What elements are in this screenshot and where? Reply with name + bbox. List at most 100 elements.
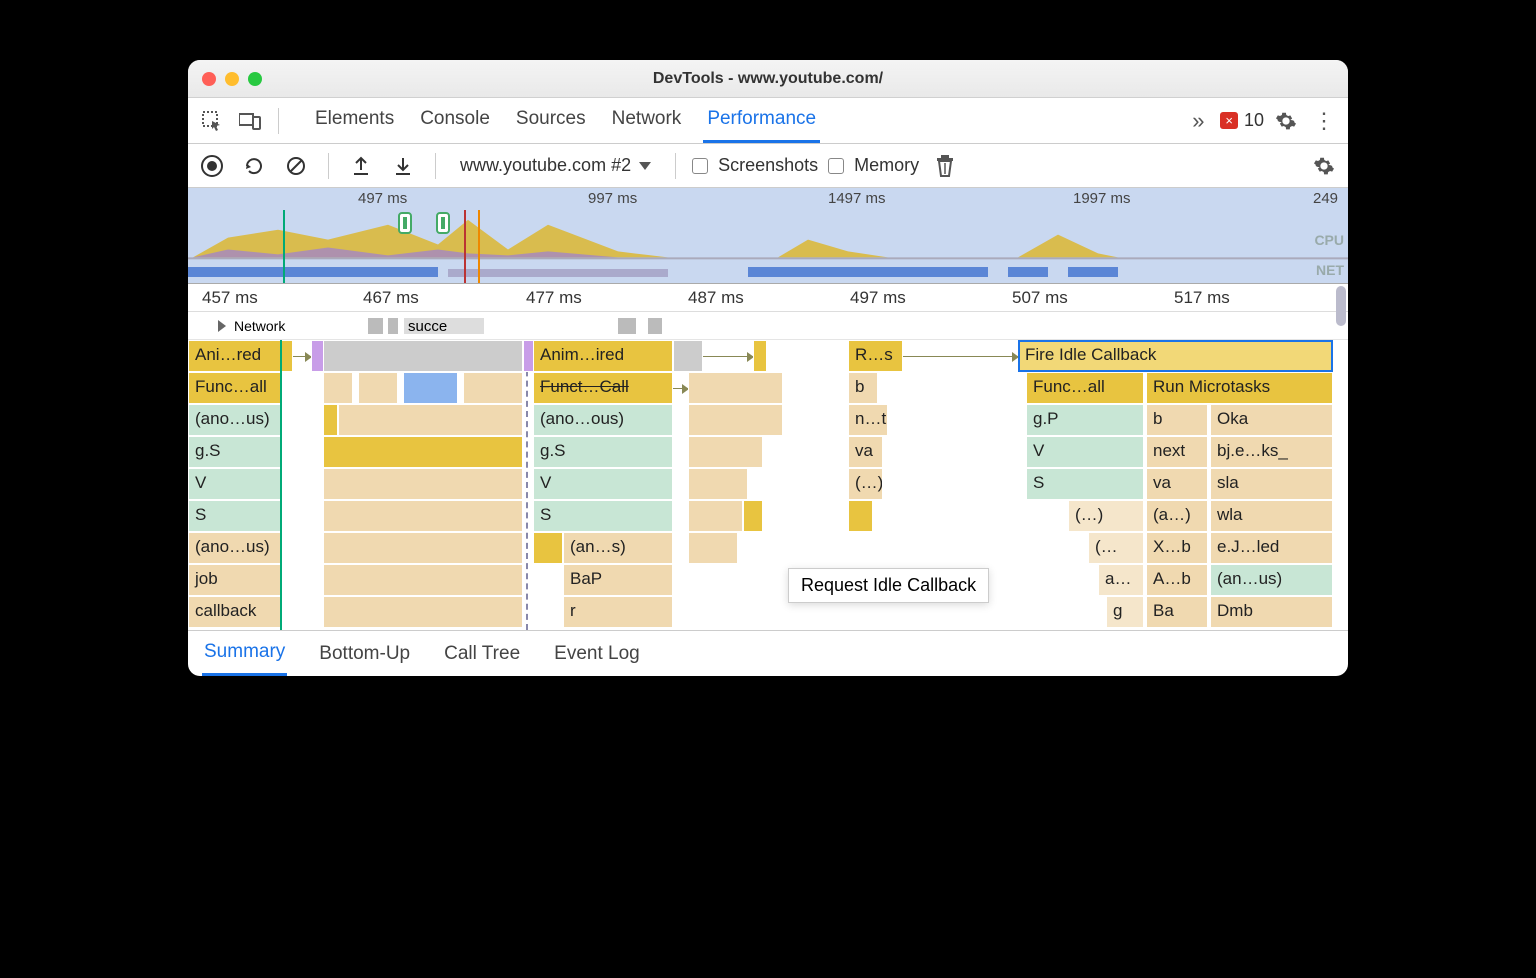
flame-cell[interactable]: Ani…red (188, 340, 293, 372)
flame-cell[interactable]: a… (1098, 564, 1144, 596)
flame-cell[interactable]: r (563, 596, 673, 628)
flame-cell[interactable] (403, 372, 458, 404)
flame-cell[interactable] (323, 468, 523, 500)
tab-sources[interactable]: Sources (512, 98, 590, 143)
net-item[interactable] (388, 318, 398, 334)
flame-cell[interactable]: Dmb (1210, 596, 1333, 628)
record-button[interactable] (196, 150, 228, 182)
clear-button[interactable] (280, 150, 312, 182)
tab-elements[interactable]: Elements (311, 98, 398, 143)
flame-cell[interactable]: bj.e…ks_ (1210, 436, 1333, 468)
flame-cell[interactable] (848, 500, 873, 532)
flame-cell[interactable]: (a…) (1146, 500, 1208, 532)
flame-cell[interactable]: callback (188, 596, 283, 628)
flame-cell[interactable]: b (848, 372, 878, 404)
flame-cell[interactable] (338, 404, 523, 436)
flame-cell[interactable]: (ano…ous) (533, 404, 673, 436)
flame-cell[interactable]: V (533, 468, 673, 500)
flame-cell[interactable] (688, 532, 738, 564)
tab-bottom-up[interactable]: Bottom-Up (317, 633, 412, 675)
settings-icon[interactable] (1270, 105, 1302, 137)
flame-cell[interactable]: V (188, 468, 283, 500)
flame-cell[interactable]: b (1146, 404, 1208, 436)
flame-cell[interactable]: g.P (1026, 404, 1144, 436)
capture-settings-icon[interactable] (1308, 150, 1340, 182)
flame-cell[interactable]: (…) (848, 468, 883, 500)
flame-cell[interactable]: Ba (1146, 596, 1208, 628)
download-profile-icon[interactable] (387, 150, 419, 182)
net-item[interactable] (618, 318, 636, 334)
disclosure-triangle-icon[interactable] (218, 320, 226, 332)
flame-cell[interactable] (323, 340, 523, 372)
memory-checkbox[interactable] (828, 158, 844, 174)
screenshots-checkbox[interactable] (692, 158, 708, 174)
flame-cell[interactable]: BaP (563, 564, 673, 596)
flame-cell[interactable]: (… (1088, 532, 1144, 564)
net-item[interactable] (648, 318, 662, 334)
flame-cell[interactable]: (ano…us) (188, 404, 283, 436)
recording-selector[interactable]: www.youtube.com #2 (452, 155, 659, 176)
tab-console[interactable]: Console (416, 98, 494, 143)
overview-handle-left[interactable] (398, 212, 412, 234)
inspect-element-icon[interactable] (196, 105, 228, 137)
tab-network[interactable]: Network (608, 98, 686, 143)
tab-call-tree[interactable]: Call Tree (442, 633, 522, 675)
flame-cell[interactable] (323, 436, 523, 468)
flame-cell[interactable]: sla (1210, 468, 1333, 500)
flame-cell[interactable]: g.S (533, 436, 673, 468)
flame-cell[interactable] (323, 564, 523, 596)
flame-cell[interactable] (323, 500, 523, 532)
flame-cell[interactable] (323, 404, 338, 436)
flame-cell[interactable]: Func…all (1026, 372, 1144, 404)
network-lane[interactable]: Network succe (188, 312, 1348, 340)
garbage-collect-icon[interactable] (929, 150, 961, 182)
flame-cell[interactable]: A…b (1146, 564, 1208, 596)
flame-cell[interactable]: e.J…led (1210, 532, 1333, 564)
kebab-menu-icon[interactable]: ⋮ (1308, 105, 1340, 137)
tab-event-log[interactable]: Event Log (552, 633, 642, 675)
flame-cell[interactable]: Funct…Call (533, 372, 673, 404)
reload-record-button[interactable] (238, 150, 270, 182)
flame-cell[interactable]: n…t (848, 404, 888, 436)
flame-cell[interactable]: g (1106, 596, 1144, 628)
flame-ruler[interactable]: 457 ms 467 ms 477 ms 487 ms 497 ms 507 m… (188, 284, 1348, 312)
flame-cell[interactable] (688, 500, 743, 532)
flame-cell-selected[interactable]: Fire Idle Callback (1018, 340, 1333, 372)
flame-cell[interactable]: (an…s) (563, 532, 673, 564)
flame-cell[interactable]: S (533, 500, 673, 532)
flame-cell[interactable] (358, 372, 398, 404)
flame-cell[interactable] (688, 468, 748, 500)
flame-cell[interactable] (688, 404, 783, 436)
flame-cell[interactable]: Func…all (188, 372, 283, 404)
flame-chart[interactable]: Ani…red Anim…ired R…s Fire Idle Callback… (188, 340, 1348, 630)
flame-cell[interactable]: Oka (1210, 404, 1333, 436)
flame-cell[interactable] (688, 436, 763, 468)
overview-handle-right[interactable] (436, 212, 450, 234)
flame-cell[interactable]: job (188, 564, 283, 596)
flame-cell[interactable]: S (188, 500, 283, 532)
upload-profile-icon[interactable] (345, 150, 377, 182)
flame-cell[interactable]: g.S (188, 436, 283, 468)
flame-cell[interactable]: S (1026, 468, 1144, 500)
net-item[interactable]: succe (404, 318, 484, 334)
flame-cell[interactable] (688, 372, 783, 404)
flame-cell[interactable] (323, 596, 523, 628)
flame-cell[interactable]: next (1146, 436, 1208, 468)
error-count[interactable]: × 10 (1220, 110, 1264, 131)
flame-cell[interactable]: va (1146, 468, 1208, 500)
flame-cell[interactable] (743, 500, 763, 532)
flame-cell[interactable] (323, 532, 523, 564)
flame-cell[interactable]: Anim…ired (533, 340, 673, 372)
device-toggle-icon[interactable] (234, 105, 266, 137)
flame-cell[interactable]: X…b (1146, 532, 1208, 564)
flame-cell[interactable]: (ano…us) (188, 532, 283, 564)
tab-summary[interactable]: Summary (202, 631, 287, 676)
flame-cell[interactable] (753, 340, 767, 372)
flame-cell[interactable]: (an…us) (1210, 564, 1333, 596)
flame-cell[interactable]: wla (1210, 500, 1333, 532)
flame-cell[interactable]: (…) (1068, 500, 1144, 532)
net-item[interactable] (368, 318, 383, 334)
flame-cell[interactable] (533, 532, 563, 564)
flame-cell[interactable]: Run Microtasks (1146, 372, 1333, 404)
flame-cell[interactable] (323, 372, 353, 404)
